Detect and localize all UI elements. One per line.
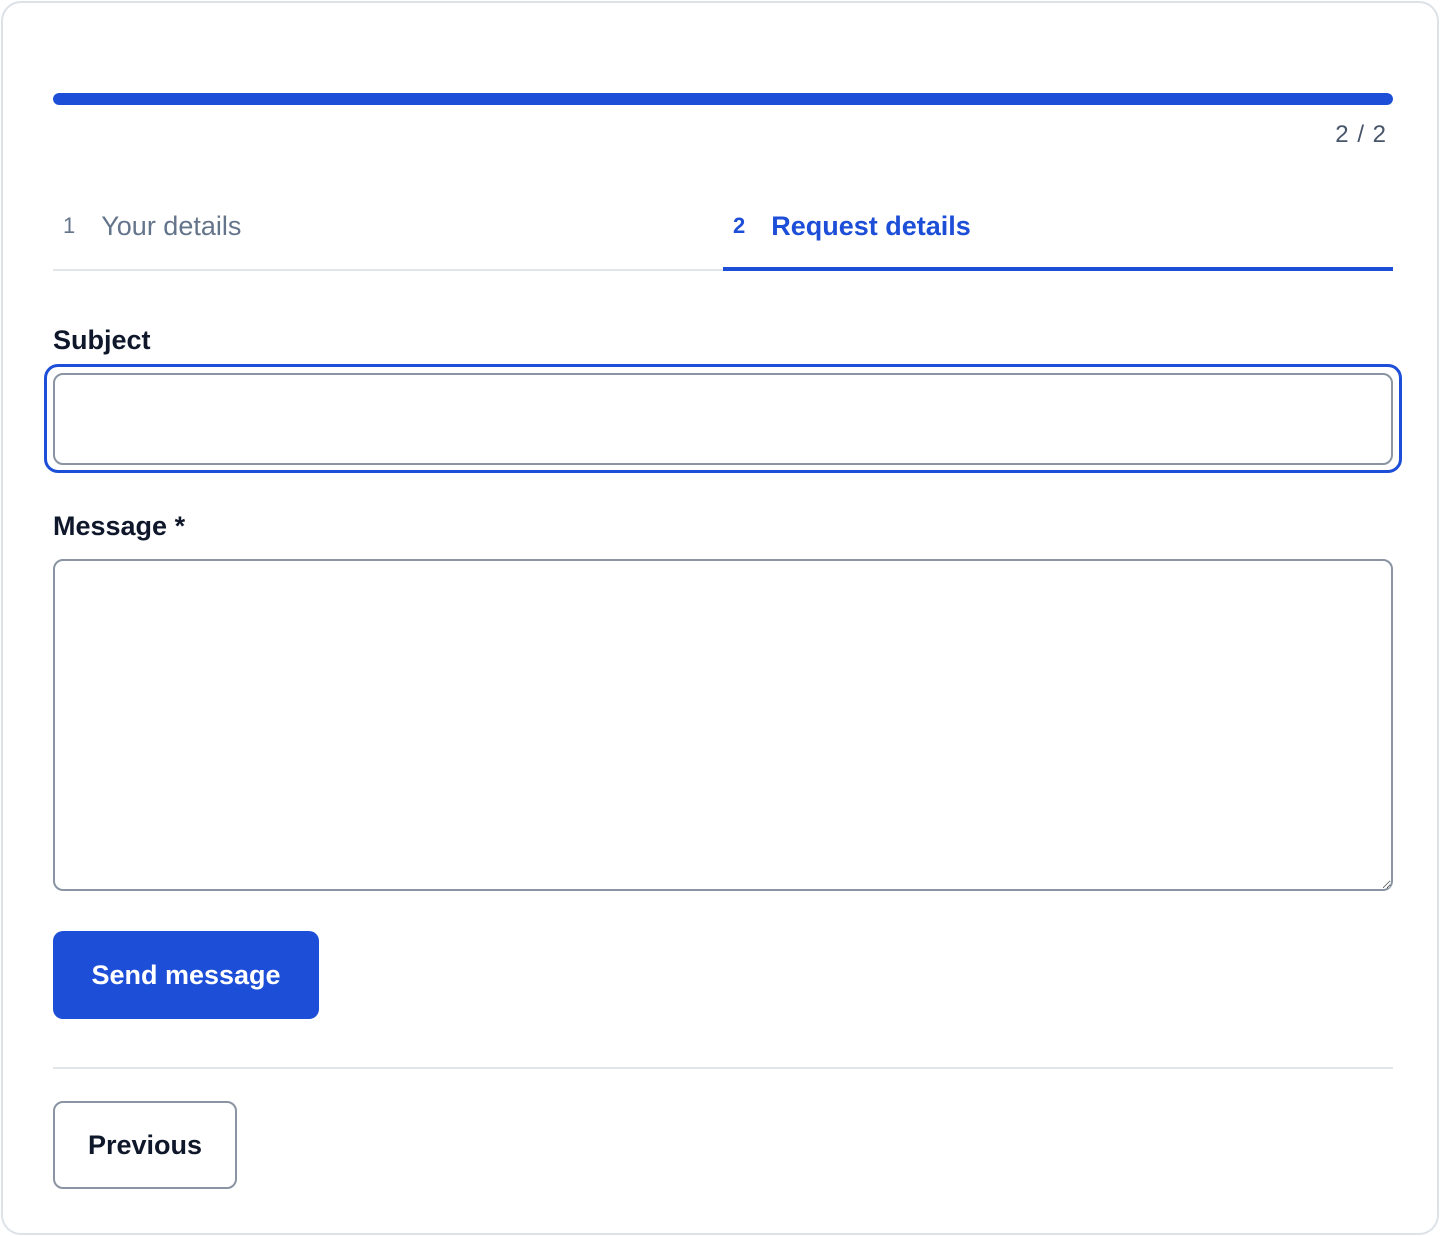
step-label: Request details [771,210,971,241]
progress-bar [53,93,1393,105]
step-tabs: 1 Your details 2 Request details [53,183,1393,271]
previous-button[interactable]: Previous [53,1101,237,1189]
step-tab-request-details[interactable]: 2 Request details [723,183,1393,271]
message-textarea[interactable] [53,559,1393,891]
send-message-button[interactable]: Send message [53,931,319,1019]
message-label: Message * [53,511,186,541]
divider [53,1067,1393,1069]
subject-label: Subject [53,325,151,355]
form-card: 2 / 2 1 Your details 2 Request details S… [1,1,1439,1235]
step-label: Your details [101,210,242,241]
step-number: 2 [733,213,746,238]
progress-counter: 2 / 2 [1335,121,1387,148]
step-number: 1 [63,213,76,238]
step-tab-your-details[interactable]: 1 Your details [53,183,723,269]
subject-input[interactable] [53,373,1393,465]
progress-bar-fill [53,93,1393,105]
